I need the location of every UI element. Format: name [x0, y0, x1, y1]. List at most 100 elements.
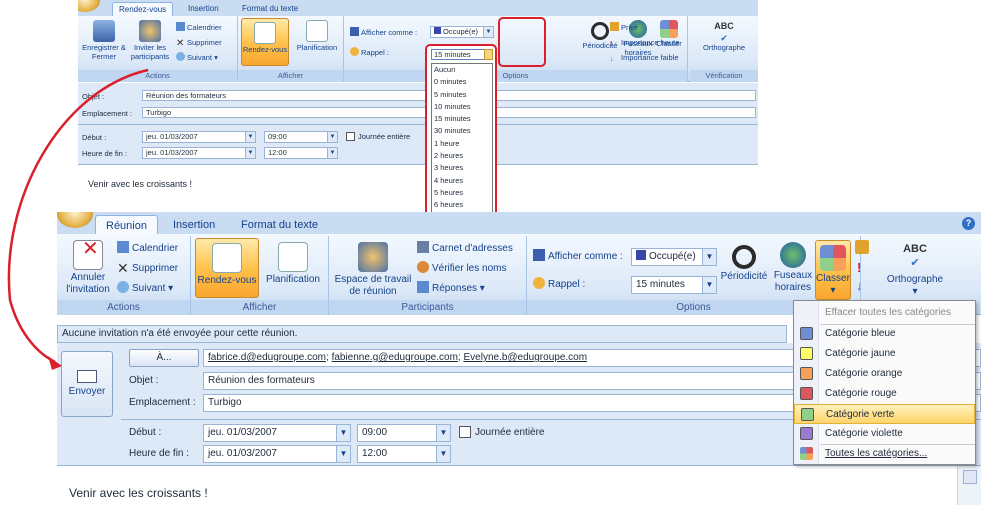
category-yellow-item[interactable]: Catégorie jaune	[794, 344, 975, 364]
end-date-select[interactable]: jeu. 01/03/2007 ▼	[142, 147, 256, 159]
show-as-select[interactable]: Occupé(e) ▼	[631, 248, 717, 266]
reminder-option[interactable]: 3 heures	[432, 162, 492, 174]
office-button-icon[interactable]	[78, 0, 100, 12]
chevron-down-icon[interactable]: ▼	[436, 425, 450, 441]
group-actions: Enregistrer & Fermer Inviter les partici…	[78, 16, 238, 82]
end-time-select[interactable]: 12:00 ▼	[264, 147, 338, 159]
end-date-select[interactable]: jeu. 01/03/2007 ▼	[203, 445, 351, 463]
planning-icon	[306, 20, 328, 42]
chevron-down-icon[interactable]	[484, 49, 493, 60]
envelope-icon	[77, 370, 97, 383]
planning-icon	[278, 242, 308, 272]
reminder-option[interactable]: Aucun	[432, 64, 492, 76]
start-time-select[interactable]: 09:00 ▼	[357, 424, 451, 442]
reminder-option[interactable]: 15 minutes	[432, 113, 492, 125]
all-categories-item[interactable]: Toutes les catégories...	[794, 444, 975, 464]
appointment-view-button[interactable]: Rendez-vous	[195, 238, 259, 298]
tab-format-texte[interactable]: Format du texte	[231, 215, 328, 234]
calendar-button[interactable]: Calendrier	[117, 240, 178, 258]
category-red-item[interactable]: Catégorie rouge	[794, 384, 975, 404]
start-time-select[interactable]: 09:00 ▼	[264, 131, 338, 143]
address-book-button[interactable]: Carnet d'adresses	[417, 240, 513, 258]
recurrence-button[interactable]: Périodicité	[719, 242, 769, 283]
show-as-select[interactable]: Occupé(e) ▼	[430, 26, 494, 38]
start-date-select[interactable]: jeu. 01/03/2007 ▼	[203, 424, 351, 442]
chevron-down-icon[interactable]: ▼	[327, 148, 337, 158]
scroll-up-icon[interactable]	[962, 470, 977, 484]
start-date-select[interactable]: jeu. 01/03/2007 ▼	[142, 131, 256, 143]
office-button-icon[interactable]	[57, 212, 93, 228]
responses-button[interactable]: Réponses ▾	[417, 280, 485, 298]
recipient[interactable]: Evelyne.b@edugroupe.com	[463, 352, 587, 363]
reminder-option[interactable]: 4 heures	[432, 175, 492, 187]
allday-checkbox[interactable]	[459, 426, 471, 438]
reminder-option[interactable]: 5 minutes	[432, 89, 492, 101]
reminder-option[interactable]: 5 heures	[432, 187, 492, 199]
allday-checkbox[interactable]	[346, 132, 355, 141]
categories-icon	[820, 245, 846, 271]
tab-format-texte[interactable]: Format du texte	[236, 2, 304, 16]
to-button[interactable]: À...	[129, 349, 199, 367]
help-icon[interactable]: ?	[962, 217, 975, 230]
classify-button[interactable]: Classer ▾	[815, 240, 851, 300]
tab-insertion[interactable]: Insertion	[163, 215, 225, 234]
end-time-select[interactable]: 12:00 ▼	[357, 445, 451, 463]
scrollbar[interactable]	[957, 466, 981, 505]
chevron-down-icon[interactable]: ▼	[327, 132, 337, 142]
chevron-down-icon[interactable]: ▼	[436, 446, 450, 462]
clear-categories-item[interactable]: Effacer toutes les catégories	[794, 303, 975, 323]
delete-button[interactable]: ✕ Supprimer	[117, 260, 178, 278]
abc-check-icon: ABC ✔	[903, 243, 927, 269]
tab-rendez-vous[interactable]: Rendez-vous	[112, 2, 174, 16]
recipient[interactable]: fabienne.g@edugroupe.com	[332, 352, 458, 363]
low-importance-button[interactable]: ↓ Importance faible	[610, 52, 679, 63]
chevron-down-icon[interactable]: ▼	[245, 148, 255, 158]
reminder-option[interactable]: 10 minutes	[432, 101, 492, 113]
category-orange-item[interactable]: Catégorie orange	[794, 364, 975, 384]
high-importance-button[interactable]: ! Importance haute	[610, 37, 679, 48]
reminder-option[interactable]: 6 heures	[432, 199, 492, 211]
chevron-down-icon[interactable]: ▼	[336, 425, 350, 441]
chevron-down-icon[interactable]: ▼	[245, 132, 255, 142]
chevron-down-icon[interactable]: ▼	[483, 27, 493, 37]
reminder-option[interactable]: 0 minutes	[432, 76, 492, 88]
message-body[interactable]: Venir avec les croissants !	[78, 164, 758, 202]
message-body[interactable]: Venir avec les croissants !	[57, 465, 981, 505]
send-button[interactable]: Envoyer	[61, 351, 113, 417]
tab-insertion[interactable]: Insertion	[182, 2, 225, 16]
planning-view-button[interactable]: Planification	[292, 20, 342, 52]
address-book-icon	[417, 241, 429, 253]
down-arrow-icon[interactable]: ↓	[856, 278, 863, 293]
tab-reunion[interactable]: Réunion	[95, 215, 158, 234]
save-close-button[interactable]: Enregistrer & Fermer	[82, 20, 126, 61]
category-green-item[interactable]: Catégorie verte	[794, 404, 975, 424]
spelling-button[interactable]: ABC ✔ Orthographe	[696, 20, 752, 52]
reminder-select[interactable]: 15 minutes	[431, 49, 493, 60]
appointment-view-button[interactable]: Rendez-vous	[241, 18, 289, 66]
delete-button[interactable]: ✕ Supprimer	[176, 37, 222, 49]
reminder-option[interactable]: 1 heure	[432, 138, 492, 150]
private-button[interactable]: Privé	[610, 22, 638, 33]
planning-view-button[interactable]: Planification	[261, 242, 325, 286]
reminder-select[interactable]: 15 minutes ▼	[631, 276, 717, 294]
lock-icon[interactable]	[855, 240, 869, 254]
reminder-option[interactable]: 2 heures	[432, 150, 492, 162]
exclamation-icon: !	[610, 39, 613, 48]
chevron-down-icon[interactable]: ▼	[702, 249, 716, 265]
invite-participants-button[interactable]: Inviter les participants	[128, 20, 172, 61]
check-names-button[interactable]: Vérifier les noms	[417, 260, 506, 278]
chevron-down-icon[interactable]: ▼	[702, 277, 716, 293]
exclamation-icon[interactable]: !	[857, 260, 861, 275]
meeting-workspace-button[interactable]: Espace de travail de réunion	[331, 242, 415, 298]
next-button[interactable]: Suivant ▾	[176, 52, 218, 63]
chevron-down-icon[interactable]: ▼	[336, 446, 350, 462]
spelling-button[interactable]: ABC ✔ Orthographe ▾	[881, 242, 949, 298]
next-button[interactable]: Suivant ▾	[117, 280, 173, 298]
cancel-invitation-button[interactable]: ✕ Annuler l'invitation	[59, 239, 117, 296]
reminder-option[interactable]: 30 minutes	[432, 125, 492, 137]
category-violet-item[interactable]: Catégorie violette	[794, 424, 975, 444]
timezones-button[interactable]: Fuseaux horaires	[771, 242, 815, 294]
category-blue-item[interactable]: Catégorie bleue	[794, 324, 975, 344]
calendar-button[interactable]: Calendrier	[176, 22, 222, 33]
recipient[interactable]: fabrice.d@edugroupe.com	[208, 352, 326, 363]
